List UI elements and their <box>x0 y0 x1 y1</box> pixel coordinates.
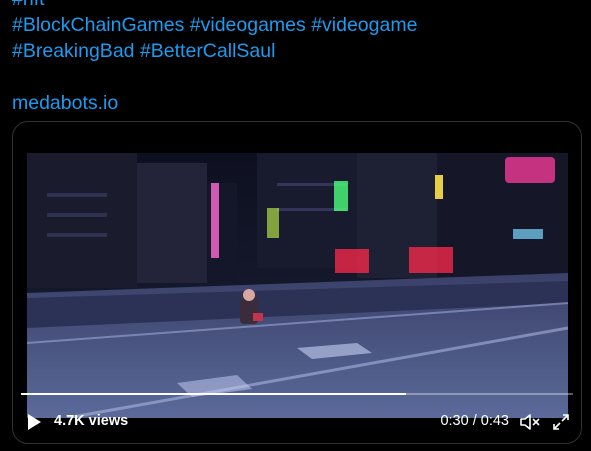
time-separator: / <box>468 413 481 429</box>
tweet-line-1: #nft <box>12 0 582 12</box>
mute-button[interactable] <box>519 412 541 432</box>
duration: 0:43 <box>480 413 509 429</box>
external-link[interactable]: medabots.io <box>12 92 118 114</box>
current-time: 0:30 <box>440 413 469 429</box>
hashtag-videogames[interactable]: #videogames <box>190 14 306 36</box>
video-progress-fill <box>21 393 407 395</box>
tweet-line-2: #BlockChainGames #videogames #videogame <box>12 12 582 38</box>
play-button[interactable] <box>25 413 43 431</box>
fullscreen-icon <box>553 414 569 430</box>
video-frame[interactable] <box>27 153 568 418</box>
video-player[interactable]: 4.7K views 0:30 / 0:43 <box>12 121 582 444</box>
video-progress-bar[interactable] <box>21 393 573 395</box>
tweet-line-4: medabots.io <box>12 90 582 116</box>
fullscreen-button[interactable] <box>551 412 571 432</box>
play-icon <box>28 414 41 430</box>
hashtag-bettercallsaul[interactable]: #BetterCallSaul <box>140 40 276 62</box>
hashtag-nft[interactable]: #nft <box>12 0 45 10</box>
game-city-scene-image <box>27 153 568 418</box>
hashtag-videogame[interactable]: #videogame <box>311 14 417 36</box>
hashtag-blockchaingames[interactable]: #BlockChainGames <box>12 14 184 36</box>
playback-time: 0:30 / 0:43 <box>440 413 509 429</box>
views-number: 4.7K <box>54 413 85 429</box>
video-controls: 4.7K views 0:30 / 0:43 <box>13 407 581 437</box>
volume-muted-icon <box>520 414 540 430</box>
hashtag-breakingbad[interactable]: #BreakingBad <box>12 40 135 62</box>
views-label: views <box>84 413 129 429</box>
tweet-line-3: #BreakingBad #BetterCallSaul <box>12 38 582 64</box>
view-count: 4.7K views <box>54 413 128 429</box>
tweet-text: #nft #BlockChainGames #videogames #video… <box>12 0 582 116</box>
